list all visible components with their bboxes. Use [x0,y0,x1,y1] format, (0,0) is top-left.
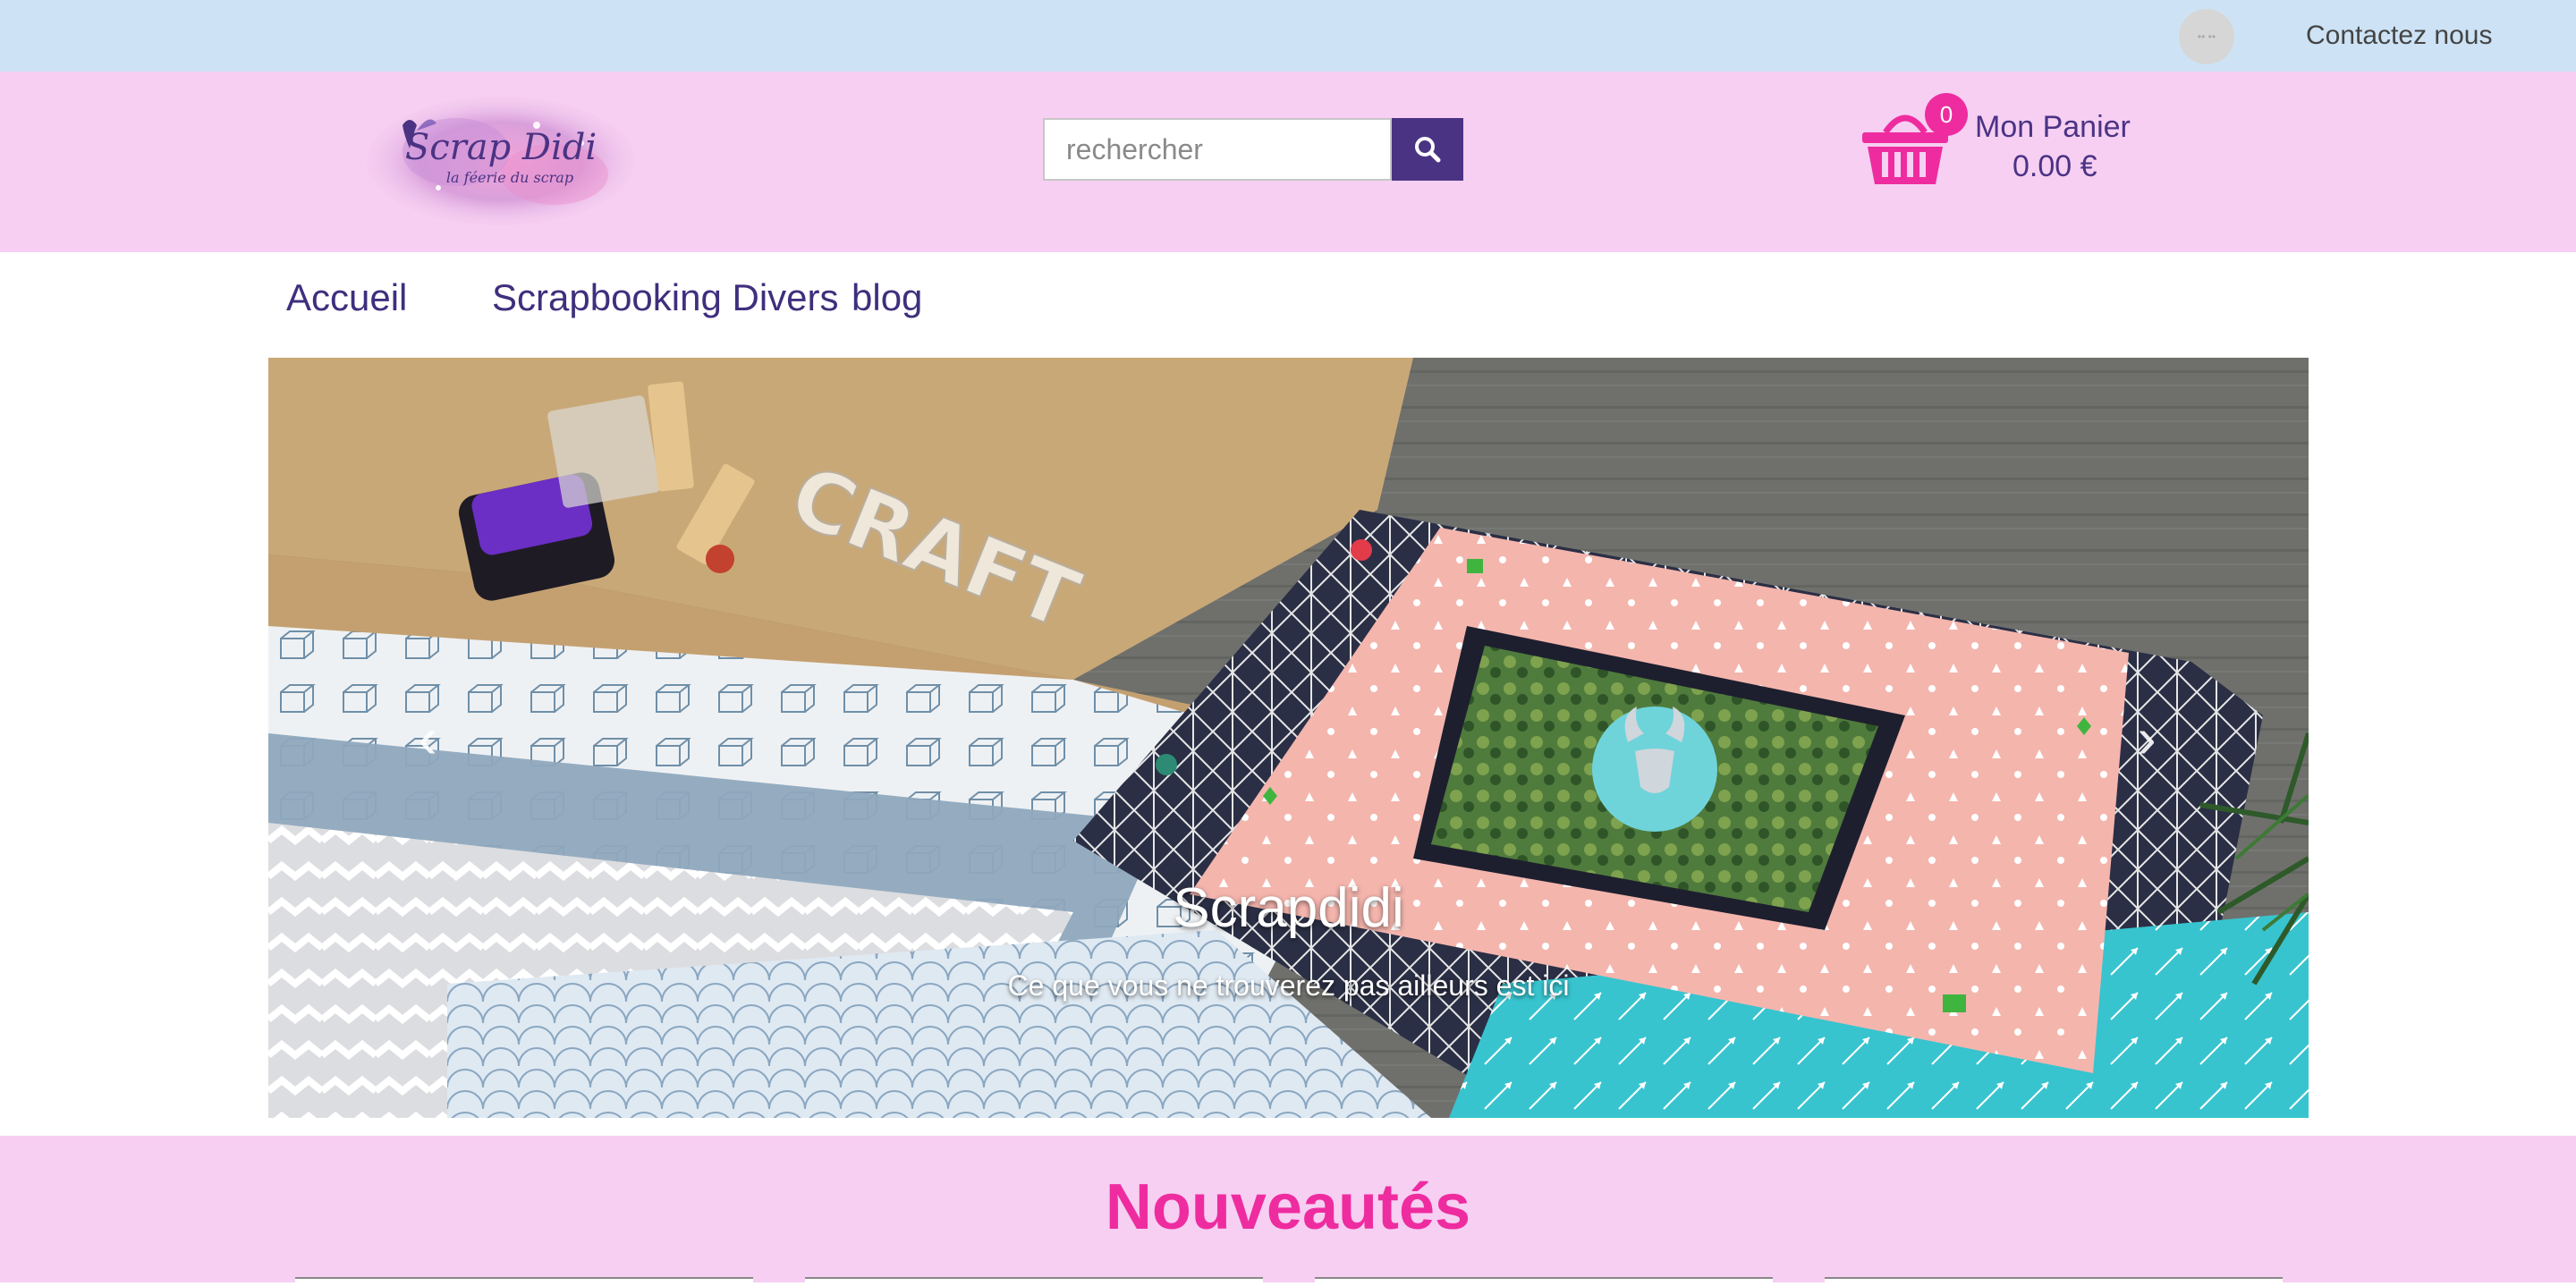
product-card[interactable] [805,1277,1263,1286]
language-badge[interactable]: •• •• [2179,9,2234,64]
cart-total: 0.00 € [2012,149,2097,183]
cart-count-badge: 0 [1925,93,1968,136]
section-title: Nouveautés [1105,1172,1471,1243]
product-card[interactable] [1825,1277,2283,1286]
cart-title[interactable]: Mon Panier [1975,107,2131,147]
search-icon [1415,137,1441,163]
contact-link[interactable]: Contactez nous [2306,18,2492,54]
carousel-prev-button[interactable]: ‹ [401,709,454,766]
scrap-didi-logo[interactable]: Scrap Didi la féerie du scrap [367,89,635,233]
nav-item-blog[interactable]: blog [852,274,922,322]
logo-tagline: la féerie du scrap [446,169,573,186]
hero-carousel[interactable]: CRAFT ‹ › Scrapdidi Ce que vous ne trouv… [268,358,2309,1118]
carousel-caption-subtitle: Ce que vous ne trouverez pas ailleurs es… [1007,969,1570,1002]
site-header: Scrap Didi la féerie du scrap 0 Mon Pani… [0,72,2576,252]
nav-item-scrapbooking-divers[interactable]: Scrapbooking Divers [492,274,839,322]
search-button[interactable] [1392,118,1463,181]
logo-title: Scrap Didi [405,127,597,168]
main-nav: Accueil Scrapbooking Divers blog [0,252,2576,358]
carousel-next-button[interactable]: › [2120,709,2174,766]
search-input[interactable] [1043,118,1392,181]
carousel-caption-title: Scrapdidi [1173,877,1404,939]
product-card[interactable] [1315,1277,1773,1286]
new-products-section: Nouveautés [0,1136,2576,1282]
product-card[interactable] [295,1277,753,1286]
top-bar: •• •• Contactez nous [0,0,2576,72]
nav-item-accueil[interactable]: Accueil [286,274,407,322]
hero-slide-image: CRAFT [268,358,2309,1118]
